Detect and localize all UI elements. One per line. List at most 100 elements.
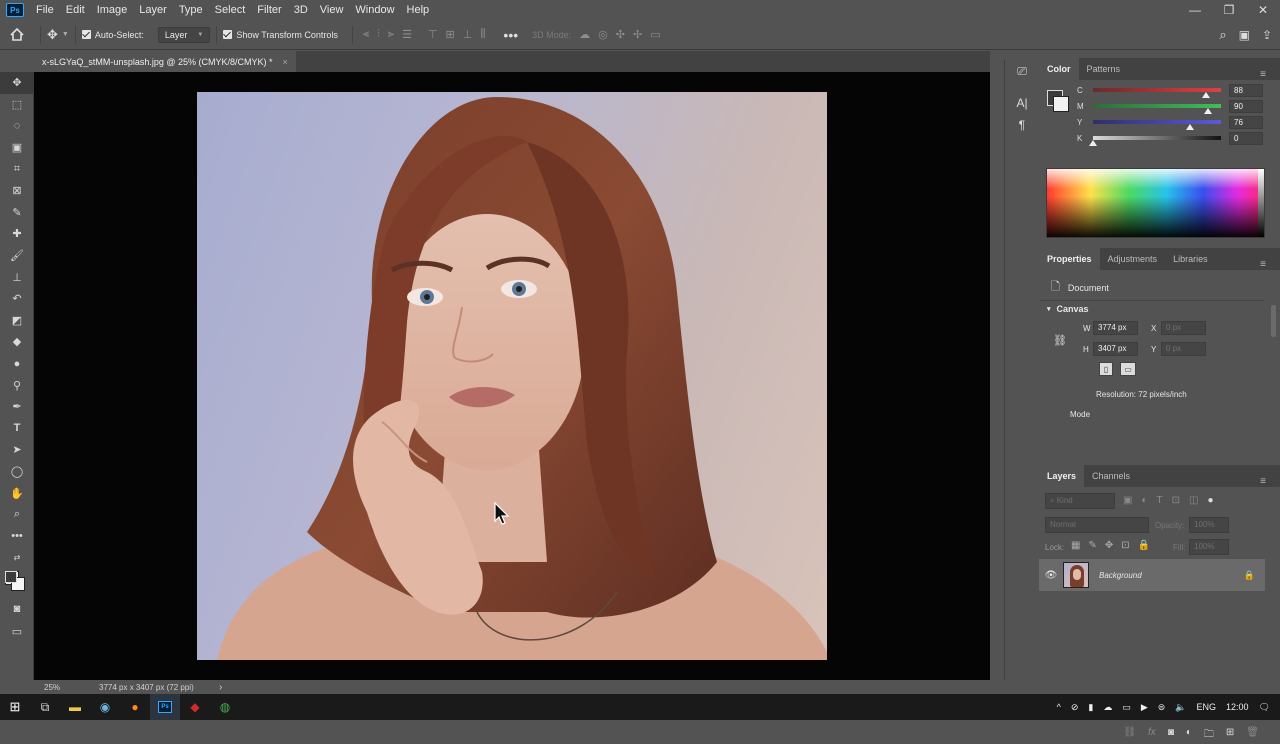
healing-tool-icon[interactable]: ✚	[0, 223, 34, 245]
tab-channels[interactable]: Channels	[1084, 465, 1138, 487]
clock[interactable]: 12:00	[1226, 702, 1249, 712]
background-color-swatch[interactable]	[1053, 96, 1069, 112]
eyedropper-tool-icon[interactable]: ✎	[0, 202, 34, 224]
slider-thumb[interactable]	[1201, 92, 1210, 98]
swap-colors-icon[interactable]: ⇄	[0, 547, 34, 569]
distribute-icon[interactable]: ☰	[402, 28, 412, 41]
lock-artboard-icon[interactable]: ⊡	[1121, 540, 1129, 551]
zoom-tool-icon[interactable]: ⌕	[0, 504, 34, 526]
photoshop-taskbar-icon[interactable]: Ps	[150, 694, 180, 720]
usb-icon[interactable]: ▮	[1088, 702, 1093, 713]
search-icon[interactable]: ⌕	[1219, 27, 1226, 43]
restore-icon[interactable]: ❐	[1212, 0, 1246, 20]
stamp-tool-icon[interactable]: ⊥	[0, 266, 34, 288]
align-right-icon[interactable]: ⫸	[388, 28, 394, 41]
portrait-orientation-icon[interactable]: ▯	[1099, 362, 1113, 376]
home-icon[interactable]	[0, 28, 34, 41]
align-left-icon[interactable]: ⫷	[363, 28, 369, 41]
slider-thumb[interactable]	[1204, 108, 1213, 114]
minimize-icon[interactable]: —	[1178, 0, 1212, 20]
align-bottom-icon[interactable]: ⊥	[463, 28, 473, 41]
chevron-down-icon[interactable]: ▼	[62, 31, 69, 38]
slider-thumb[interactable]	[1186, 124, 1195, 130]
more-options-icon[interactable]: •••	[503, 27, 518, 43]
chrome-icon[interactable]: ◍	[210, 694, 240, 720]
marquee-tool-icon[interactable]: ⬚	[0, 94, 34, 116]
red-app-icon[interactable]: ◆	[180, 694, 210, 720]
security-icon[interactable]: ⊘	[1071, 702, 1079, 713]
canvas-section-header[interactable]: ▾ Canvas	[1047, 304, 1089, 314]
screen-mode-icon[interactable]: ▭	[0, 620, 34, 642]
menu-filter[interactable]: Filter	[251, 4, 287, 16]
primary-color-swatch[interactable]	[5, 570, 17, 583]
lock-position-icon[interactable]: ✥	[1105, 540, 1113, 551]
menu-image[interactable]: Image	[91, 4, 134, 16]
file-explorer-icon[interactable]: ▬	[60, 694, 90, 720]
history-panel-icon[interactable]: ⎚	[1005, 60, 1039, 82]
align-top-icon[interactable]: ⊤	[428, 28, 438, 41]
menu-file[interactable]: File	[30, 4, 60, 16]
volume-icon[interactable]: 🔈	[1175, 702, 1186, 713]
show-transform-checkbox[interactable]	[223, 30, 233, 39]
status-menu-arrow[interactable]: ›	[219, 682, 222, 693]
dodge-tool-icon[interactable]: ⚲	[0, 374, 34, 396]
path-select-tool-icon[interactable]: ➤	[0, 439, 34, 461]
auto-select-target-dropdown[interactable]: Layer ▼	[157, 26, 211, 43]
align-middle-icon[interactable]: ⊞	[446, 28, 455, 41]
distribute-vertical-icon[interactable]: ⫼	[480, 28, 485, 41]
steam-icon[interactable]: ◉	[90, 694, 120, 720]
y-value-field[interactable]: 76	[1229, 115, 1263, 129]
fill-field[interactable]: 100%	[1189, 539, 1229, 555]
layer-row[interactable]: 👁 Background 🔒	[1039, 559, 1265, 591]
close-window-icon[interactable]: ✕	[1246, 0, 1280, 20]
drag-3d-icon[interactable]: ✣	[616, 28, 625, 41]
paragraph-panel-icon[interactable]: ¶	[1005, 114, 1039, 136]
menu-view[interactable]: View	[314, 4, 350, 16]
crop-tool-icon[interactable]: ⌗	[0, 158, 34, 180]
m-value-field[interactable]: 90	[1229, 99, 1263, 113]
blend-mode-dropdown[interactable]: Normal	[1045, 517, 1149, 533]
type-tool-icon[interactable]: T	[0, 418, 34, 440]
layer-lock-icon[interactable]: 🔒	[1244, 570, 1255, 581]
slider-thumb[interactable]	[1089, 140, 1097, 146]
menu-type[interactable]: Type	[173, 4, 209, 16]
y-slider[interactable]	[1093, 120, 1221, 130]
history-brush-tool-icon[interactable]: ↶	[0, 288, 34, 310]
canvas-area[interactable]	[34, 72, 990, 680]
new-layer-icon[interactable]: ⊞	[1226, 727, 1234, 744]
pixel-filter-icon[interactable]: ▣	[1123, 495, 1132, 506]
network-icon[interactable]: ⊜	[1158, 702, 1166, 713]
k-value-field[interactable]: 0	[1229, 131, 1263, 145]
battery-icon[interactable]: ▭	[1122, 702, 1131, 713]
video-icon[interactable]: ▶	[1141, 702, 1148, 713]
menu-window[interactable]: Window	[349, 4, 400, 16]
brush-tool-icon[interactable]: 🖌	[0, 245, 34, 267]
more-tools-icon[interactable]: •••	[0, 525, 34, 547]
shape-tool-icon[interactable]: ◯	[0, 461, 34, 483]
auto-select-checkbox[interactable]	[81, 30, 91, 39]
shape-filter-icon[interactable]: ⊡	[1172, 495, 1180, 506]
tab-libraries[interactable]: Libraries	[1165, 248, 1216, 270]
tab-adjustments[interactable]: Adjustments	[1100, 248, 1166, 270]
workspace-icon[interactable]: ▣	[1239, 28, 1250, 42]
close-tab-icon[interactable]: ×	[283, 57, 288, 67]
move-tool-icon[interactable]: ✥	[47, 27, 58, 43]
document-tab[interactable]: x-sLGYaQ_stMM-unsplash.jpg @ 25% (CMYK/8…	[34, 51, 296, 72]
height-field[interactable]: 3407 px	[1093, 342, 1138, 356]
smart-object-filter-icon[interactable]: ◫	[1189, 495, 1198, 506]
type-filter-icon[interactable]: T	[1157, 495, 1163, 506]
eraser-tool-icon[interactable]: ◩	[0, 310, 34, 332]
pen-tool-icon[interactable]: ✒	[0, 396, 34, 418]
menu-select[interactable]: Select	[209, 4, 252, 16]
tab-properties[interactable]: Properties	[1039, 248, 1100, 270]
menu-edit[interactable]: Edit	[60, 4, 91, 16]
menu-3d[interactable]: 3D	[288, 4, 314, 16]
c-value-field[interactable]: 88	[1229, 83, 1263, 97]
tab-layers[interactable]: Layers	[1039, 465, 1085, 487]
firefox-icon[interactable]: ●	[120, 694, 150, 720]
scale-3d-icon[interactable]: ▭	[650, 28, 660, 41]
zoom-level[interactable]: 25%	[44, 683, 99, 692]
add-mask-icon[interactable]: ◙	[1168, 727, 1174, 744]
width-field[interactable]: 3774 px	[1093, 321, 1138, 335]
language-indicator[interactable]: ENG	[1197, 702, 1217, 712]
